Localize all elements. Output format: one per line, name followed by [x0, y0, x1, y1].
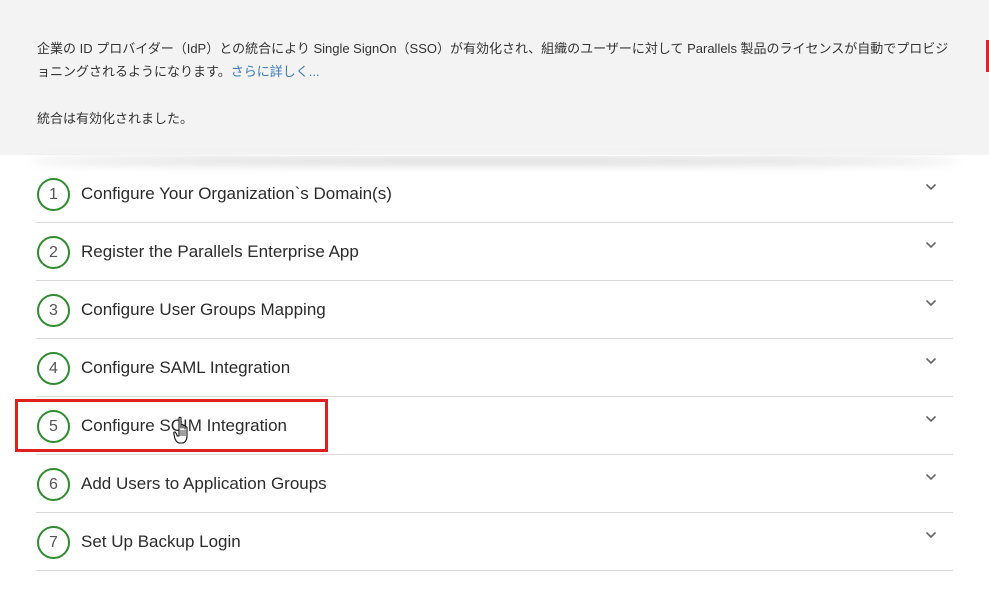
chevron-down-icon[interactable] [925, 181, 937, 193]
learn-more-link[interactable]: さらに詳しく... [231, 64, 320, 79]
intro-description: 企業の ID プロバイダー（IdP）との統合により Single SignOn（… [37, 37, 957, 83]
step-title: Set Up Backup Login [81, 532, 241, 551]
chevron-down-icon[interactable] [925, 355, 937, 367]
chevron-down-icon[interactable] [925, 239, 937, 251]
step-number: 5 [37, 410, 70, 443]
step-number: 3 [37, 294, 70, 327]
step-configure-domains[interactable]: 1 Configure Your Organization`s Domain(s… [36, 165, 953, 223]
step-title: Register the Parallels Enterprise App [81, 242, 359, 261]
step-add-users[interactable]: 6 Add Users to Application Groups [36, 455, 953, 513]
step-register-app[interactable]: 2 Register the Parallels Enterprise App [36, 223, 953, 281]
intro-description-text: 企業の ID プロバイダー（IdP）との統合により Single SignOn（… [37, 41, 949, 79]
chevron-down-icon[interactable] [925, 471, 937, 483]
setup-steps-list: 1 Configure Your Organization`s Domain(s… [36, 165, 953, 571]
step-scim-integration[interactable]: 5 Configure SCIM Integration [36, 397, 953, 455]
intro-card-shadow [30, 150, 960, 156]
chevron-down-icon[interactable] [925, 413, 937, 425]
step-number: 6 [37, 468, 70, 501]
step-title: Add Users to Application Groups [81, 474, 327, 493]
step-number: 2 [37, 236, 70, 269]
step-number: 4 [37, 352, 70, 385]
step-user-groups-mapping[interactable]: 3 Configure User Groups Mapping [36, 281, 953, 339]
step-number: 7 [37, 526, 70, 559]
step-backup-login[interactable]: 7 Set Up Backup Login [36, 513, 953, 571]
step-title: Configure Your Organization`s Domain(s) [81, 184, 392, 203]
intro-card: 企業の ID プロバイダー（IdP）との統合により Single SignOn（… [0, 0, 989, 155]
step-title: Configure SCIM Integration [81, 416, 287, 435]
chevron-down-icon[interactable] [925, 529, 937, 541]
sso-integration-page: 企業の ID プロバイダー（IdP）との統合により Single SignOn（… [0, 0, 989, 594]
step-saml-integration[interactable]: 4 Configure SAML Integration [36, 339, 953, 397]
integration-status: 統合は有効化されました。 [37, 111, 194, 126]
step-title: Configure User Groups Mapping [81, 300, 326, 319]
step-number: 1 [37, 178, 70, 211]
step-title: Configure SAML Integration [81, 358, 291, 377]
chevron-down-icon[interactable] [925, 297, 937, 309]
